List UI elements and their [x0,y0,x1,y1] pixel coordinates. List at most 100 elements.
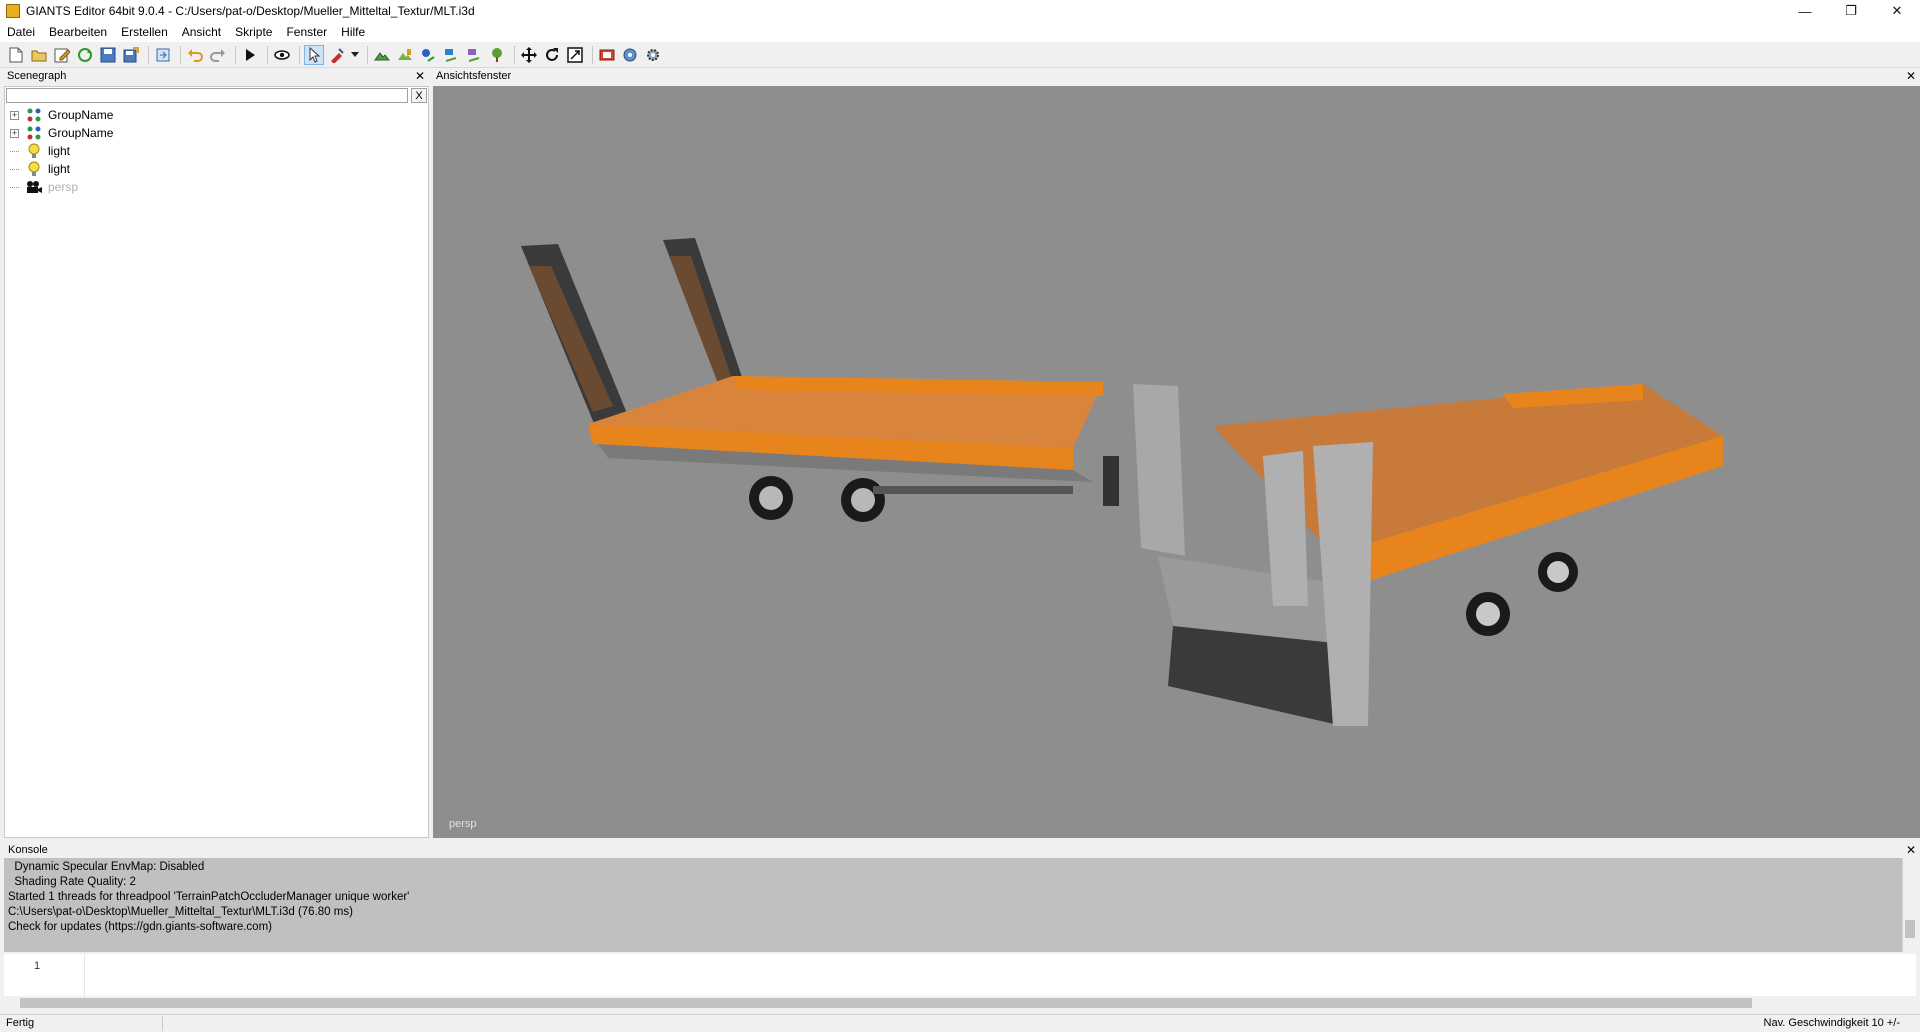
restore-icon[interactable]: ❐ [1828,0,1874,22]
menu-hilfe[interactable]: Hilfe [334,25,372,39]
save-icon[interactable] [98,45,118,65]
line-number: 1 [34,960,41,972]
toolbar-separator [299,45,300,64]
status-bar: Fertig Nav. Geschwindigkeit 10 +/- [0,1014,1920,1032]
menu-fenster[interactable]: Fenster [279,25,334,39]
minimize-icon[interactable]: — [1782,0,1828,22]
toolbar-separator [592,45,593,64]
tree-item[interactable]: + GroupName [10,106,113,124]
title-bar: GIANTS Editor 64bit 9.0.4 - C:/Users/pat… [0,0,1920,22]
trailer-model-right [1133,384,1723,726]
eye-icon[interactable] [272,45,292,65]
nav-speed: Nav. Geschwindigkeit 10 +/- [1763,1017,1900,1029]
horizontal-scrollbar[interactable] [4,996,1916,1010]
redo-icon[interactable] [208,45,228,65]
console-line: Dynamic Specular EnvMap: Disabled [8,861,205,873]
toolbar-separator [367,45,368,64]
console-line: Check for updates (https://gdn.giants-so… [8,921,272,933]
toolbar-separator [148,45,149,64]
clear-search-button[interactable]: X [411,88,427,103]
console-log: Dynamic Specular EnvMap: Disabled Shadin… [4,858,1902,952]
tree-connector [10,168,19,170]
trailer-model-left [521,238,1119,522]
play-icon[interactable] [240,45,260,65]
console-scrollbar[interactable] [1902,858,1917,952]
select-icon[interactable] [304,44,324,65]
foliage-icon[interactable] [418,45,438,65]
close-icon[interactable]: ✕ [1874,0,1920,22]
scenegraph-tree: + GroupName + GroupName light light pers… [10,106,113,196]
tree-item[interactable]: light [10,142,113,160]
toolbar-separator [514,45,515,64]
light-bulb-icon [26,143,42,159]
viewport-header: Ansichtsfenster ✕ [433,68,1920,84]
paint-icon[interactable] [327,45,347,65]
tree-connector [10,186,19,188]
menu-bearbeiten[interactable]: Bearbeiten [42,25,114,39]
rotate-icon[interactable] [542,45,562,65]
new-icon[interactable] [6,45,26,65]
tree-item-label: GroupName [48,108,114,122]
script-editor[interactable]: 1 [4,954,1916,996]
settings-icon[interactable] [620,45,640,65]
toolbar-separator [267,45,268,64]
camera-label: persp [449,818,477,830]
tree-item-label: light [48,162,71,176]
3d-viewport[interactable]: persp [433,86,1920,838]
menu-bar: Datei Bearbeiten Erstellen Ansicht Skrip… [0,22,1920,42]
edit-icon[interactable] [52,45,72,65]
reload-icon[interactable] [75,45,95,65]
tree-icon[interactable] [487,45,507,65]
expand-icon[interactable]: + [10,128,19,138]
toolbar-separator [235,45,236,64]
menu-skripte[interactable]: Skripte [228,25,279,39]
console-line: Started 1 threads for threadpool 'Terrai… [8,891,410,903]
menu-erstellen[interactable]: Erstellen [114,25,175,39]
console-header: Konsole ✕ [0,842,1920,858]
app-logo-icon [6,4,20,18]
foliage-paint-icon[interactable] [441,45,461,65]
tree-item-label: GroupName [48,126,114,140]
scenegraph-header: Scenegraph ✕ [4,68,429,84]
viewport-title: Ansichtsfenster [436,70,512,82]
export-icon[interactable] [153,45,173,65]
camera-icon [26,179,42,195]
status-text: Fertig [6,1017,35,1029]
tree-item-label: light [48,144,71,158]
menu-ansicht[interactable]: Ansicht [175,25,228,39]
tree-item[interactable]: + GroupName [10,124,113,142]
menu-datei[interactable]: Datei [0,25,42,39]
tree-item[interactable]: persp [10,178,113,196]
close-icon[interactable]: ✕ [1906,68,1916,84]
tree-item-label: persp [48,180,79,194]
scenegraph-search-input[interactable] [6,88,408,103]
tree-item[interactable]: light [10,160,113,178]
window-title: GIANTS Editor 64bit 9.0.4 - C:/Users/pat… [26,4,475,18]
toolbar [0,42,1920,68]
console-line: Shading Rate Quality: 2 [8,876,136,888]
scale-icon[interactable] [565,45,585,65]
close-icon[interactable]: ✕ [1906,842,1916,858]
render-icon[interactable] [597,45,617,65]
move-icon[interactable] [519,45,539,65]
viewport-scene [521,238,1723,726]
toolbar-separator [180,45,181,64]
close-icon[interactable]: ✕ [415,68,425,84]
console-line: C:\Users\pat-o\Desktop\Mueller_Mitteltal… [8,906,353,918]
tree-connector [10,150,19,152]
dropdown-icon[interactable] [350,45,360,65]
terrain-paint-icon[interactable] [395,45,415,65]
terrain-icon[interactable] [372,45,392,65]
open-icon[interactable] [29,45,49,65]
undo-icon[interactable] [185,45,205,65]
scenegraph-panel [4,86,429,838]
expand-icon[interactable]: + [10,110,19,120]
save-as-icon[interactable] [121,45,141,65]
light-bulb-icon [26,161,42,177]
console-title: Konsole [8,844,48,856]
gear-icon[interactable] [643,45,663,65]
group-icon [26,107,42,123]
scenegraph-title: Scenegraph [7,70,67,82]
group-icon [26,125,42,141]
decal-icon[interactable] [464,45,484,65]
